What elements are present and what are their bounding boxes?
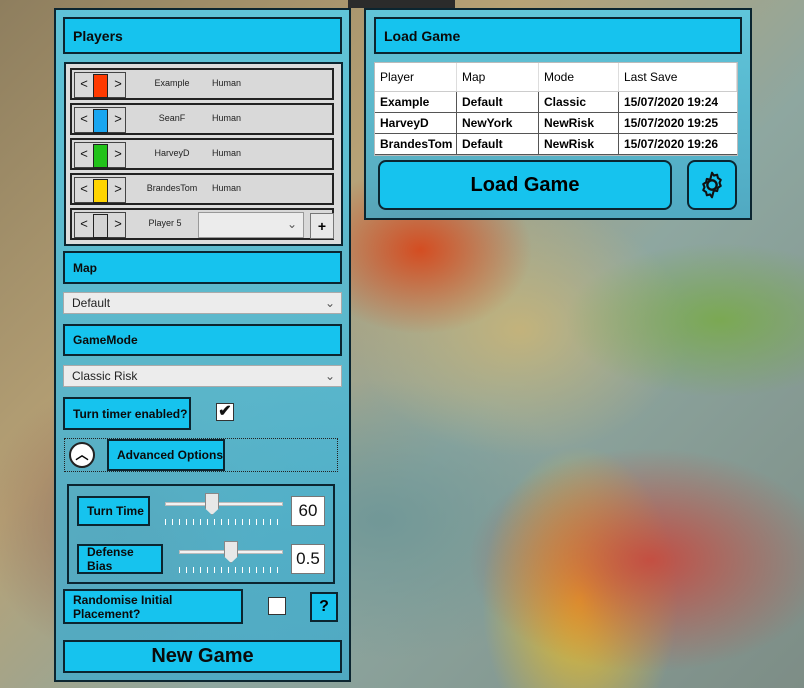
settings-button[interactable] xyxy=(687,160,737,210)
table-row[interactable]: Example Default Classic 15/07/2020 19:24 xyxy=(375,92,737,113)
player-name: Example xyxy=(154,78,190,88)
table-row[interactable]: BrandesTom Default NewRisk 15/07/2020 19… xyxy=(375,134,737,155)
table-cell: NewRisk xyxy=(539,113,619,133)
chevron-up-icon[interactable]: ︿ xyxy=(69,442,95,468)
advanced-options-toggle-row: ︿ Advanced Options xyxy=(64,438,338,472)
color-picker: < > xyxy=(74,177,126,203)
column-header[interactable]: Map xyxy=(457,63,539,91)
table-cell: HarveyD xyxy=(375,113,457,133)
prev-color-button[interactable]: < xyxy=(77,216,91,234)
gamemode-header: GameMode xyxy=(63,324,342,356)
next-color-button[interactable]: > xyxy=(111,76,125,94)
next-color-button[interactable]: > xyxy=(111,111,125,129)
defense-bias-slider-ticks xyxy=(179,567,283,573)
chevron-down-icon: ⌄ xyxy=(324,369,335,383)
player-color-swatch xyxy=(93,109,108,133)
player-row: < > Example Human xyxy=(70,68,334,100)
window-handle xyxy=(348,0,455,8)
table-cell: Default xyxy=(457,134,539,154)
player-color-swatch xyxy=(93,144,108,168)
color-picker: < > xyxy=(74,107,126,133)
new-player-row: < > Player 5 ⌄ + xyxy=(70,208,334,240)
turn-time-slider-track[interactable] xyxy=(165,502,283,506)
player-row: < > HarveyD Human xyxy=(70,138,334,170)
new-game-panel: Players < > Example Human < > SeanF Huma… xyxy=(54,8,351,682)
turn-time-label: Turn Time xyxy=(77,496,150,526)
turn-time-slider-ticks xyxy=(165,519,283,525)
player-name: SeanF xyxy=(158,113,186,123)
table-cell: 15/07/2020 19:25 xyxy=(624,116,719,130)
gamemode-selected-value: Classic Risk xyxy=(72,369,138,383)
player-row: < > BrandesTom Human xyxy=(70,173,334,205)
prev-color-button[interactable]: < xyxy=(77,146,91,164)
saved-games-table: Player Map Mode Last Save Example Defaul… xyxy=(374,62,738,156)
player-type[interactable]: Human xyxy=(212,148,262,158)
players-list: < > Example Human < > SeanF Human < > Ha… xyxy=(64,62,343,246)
turn-timer-label: Turn timer enabled? xyxy=(63,397,191,430)
color-picker: < > xyxy=(74,212,126,238)
prev-color-button[interactable]: < xyxy=(77,181,91,199)
next-color-button[interactable]: > xyxy=(111,216,125,234)
chevron-down-icon: ⌄ xyxy=(324,296,335,310)
turn-time-value[interactable]: 60 xyxy=(291,496,325,526)
players-header: Players xyxy=(63,17,342,54)
prev-color-button[interactable]: < xyxy=(77,111,91,129)
table-cell: 15/07/2020 19:26 xyxy=(624,137,719,151)
gear-icon xyxy=(702,171,722,199)
randomise-placement-checkbox[interactable] xyxy=(268,597,286,615)
player-type-select[interactable]: ⌄ xyxy=(198,212,304,238)
map-selected-value: Default xyxy=(72,296,111,310)
column-header[interactable]: Last Save xyxy=(619,63,737,91)
advanced-options-box: Turn Time 60 Defense Bias 0.5 xyxy=(67,484,335,584)
player-name: HarveyD xyxy=(154,148,190,158)
next-color-button[interactable]: > xyxy=(111,181,125,199)
turn-time-slider-thumb[interactable] xyxy=(205,493,219,515)
defense-bias-slider-thumb[interactable] xyxy=(224,541,238,563)
load-game-panel: Load Game Player Map Mode Last Save Exam… xyxy=(364,8,752,220)
column-header[interactable]: Mode xyxy=(539,63,619,91)
table-cell: NewYork xyxy=(457,113,539,133)
new-player-name[interactable]: Player 5 xyxy=(132,218,198,228)
table-cell: BrandesTom xyxy=(375,134,457,154)
add-player-button[interactable]: + xyxy=(310,213,334,239)
table-cell: 15/07/2020 19:24 xyxy=(624,95,719,109)
defense-bias-value[interactable]: 0.5 xyxy=(291,544,325,574)
turn-timer-checkbox[interactable]: ✔ xyxy=(216,403,234,421)
player-color-swatch xyxy=(93,74,108,98)
table-row[interactable]: HarveyD NewYork NewRisk 15/07/2020 19:25 xyxy=(375,113,737,134)
help-button[interactable]: ? xyxy=(310,592,338,622)
table-cell: Example xyxy=(375,92,457,112)
chevron-down-icon: ⌄ xyxy=(286,217,297,231)
color-picker: < > xyxy=(74,142,126,168)
map-header: Map xyxy=(63,251,342,284)
color-picker: < > xyxy=(74,72,126,98)
player-row: < > SeanF Human xyxy=(70,103,334,135)
load-game-button[interactable]: Load Game xyxy=(378,160,672,210)
defense-bias-label: Defense Bias xyxy=(77,544,163,574)
advanced-options-label[interactable]: Advanced Options xyxy=(107,439,225,471)
load-game-header: Load Game xyxy=(374,17,742,54)
randomise-placement-label: Randomise Initial Placement? xyxy=(63,589,243,624)
table-cell: Default xyxy=(457,92,539,112)
next-color-button[interactable]: > xyxy=(111,146,125,164)
player-name: BrandesTom xyxy=(146,183,198,193)
prev-color-button[interactable]: < xyxy=(77,76,91,94)
table-header-row: Player Map Mode Last Save xyxy=(375,63,737,92)
table-cell: Classic xyxy=(539,92,619,112)
player-color-swatch xyxy=(93,214,108,238)
new-game-button[interactable]: New Game xyxy=(63,640,342,673)
player-type[interactable]: Human xyxy=(212,113,262,123)
column-header[interactable]: Player xyxy=(375,63,457,91)
table-cell: NewRisk xyxy=(539,134,619,154)
player-color-swatch xyxy=(93,179,108,203)
gamemode-select[interactable]: Classic Risk ⌄ xyxy=(63,365,342,387)
map-select[interactable]: Default ⌄ xyxy=(63,292,342,314)
player-type[interactable]: Human xyxy=(212,78,262,88)
player-type[interactable]: Human xyxy=(212,183,262,193)
